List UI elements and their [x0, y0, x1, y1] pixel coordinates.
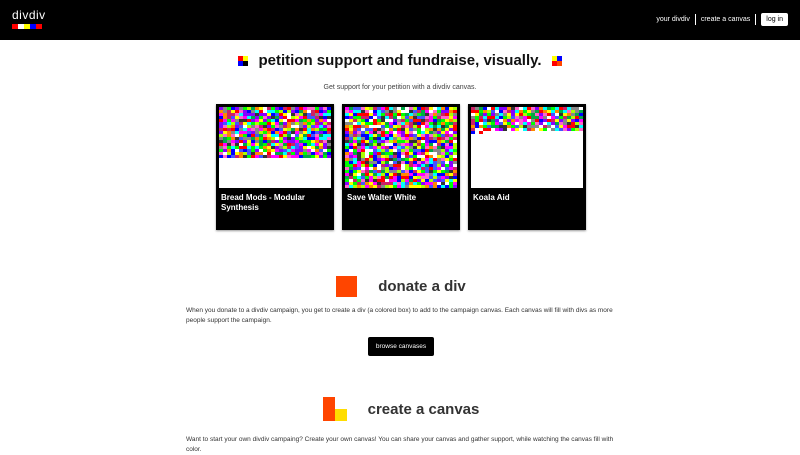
create-canvas-link[interactable]: create a canvas	[701, 16, 750, 23]
your-divdiv-link[interactable]: your divdiv	[656, 16, 689, 23]
color-grid-icon	[551, 55, 562, 66]
canvas-title: Bread Mods - Modular Synthesis	[221, 193, 306, 212]
nav-links: your divdiv create a canvas log in	[656, 13, 788, 26]
create-description: Want to start your own divdiv campaing? …	[186, 436, 614, 453]
hero-section: petition support and fundraise, visually…	[0, 52, 800, 91]
canvas-title: Koala Aid	[473, 193, 510, 202]
nav-divider	[694, 14, 696, 25]
hero-heading: petition support and fundraise, visually…	[258, 52, 542, 69]
color-grid-icon	[238, 55, 249, 66]
canvas-cards: Bread Mods - Modular Synthesis Save Walt…	[216, 104, 594, 230]
canvas-preview	[345, 107, 457, 188]
login-button[interactable]: log in	[761, 13, 788, 26]
section-heading: create a canvas	[186, 397, 616, 421]
top-navbar: divdiv your divdiv create a canvas log i…	[0, 0, 800, 40]
browse-canvases-button[interactable]: browse canvases	[367, 337, 435, 356]
canvas-card[interactable]: Bread Mods - Modular Synthesis	[216, 104, 334, 230]
canvas-preview	[471, 107, 583, 188]
color-blocks-icon	[322, 397, 347, 421]
donate-description: When you donate to a divdiv campaign, yo…	[186, 307, 613, 324]
logo-color-blocks	[12, 24, 42, 29]
orange-square-icon	[336, 276, 358, 297]
donate-title: donate a div	[378, 278, 466, 295]
create-title: create a canvas	[367, 400, 480, 418]
canvas-preview	[219, 107, 331, 188]
nav-divider	[755, 14, 757, 25]
canvas-card[interactable]: Save Walter White	[342, 104, 460, 230]
create-section: create a canvas Want to start your own d…	[186, 397, 616, 455]
donate-section: donate a div When you donate to a divdiv…	[186, 276, 616, 356]
section-heading: donate a div	[186, 276, 616, 297]
hero-title: petition support and fundraise, visually…	[0, 52, 800, 69]
canvas-title: Save Walter White	[347, 193, 417, 202]
logo[interactable]: divdiv	[12, 8, 46, 22]
hero-subtitle: Get support for your petition with a div…	[323, 84, 477, 91]
canvas-card[interactable]: Koala Aid	[468, 104, 586, 230]
